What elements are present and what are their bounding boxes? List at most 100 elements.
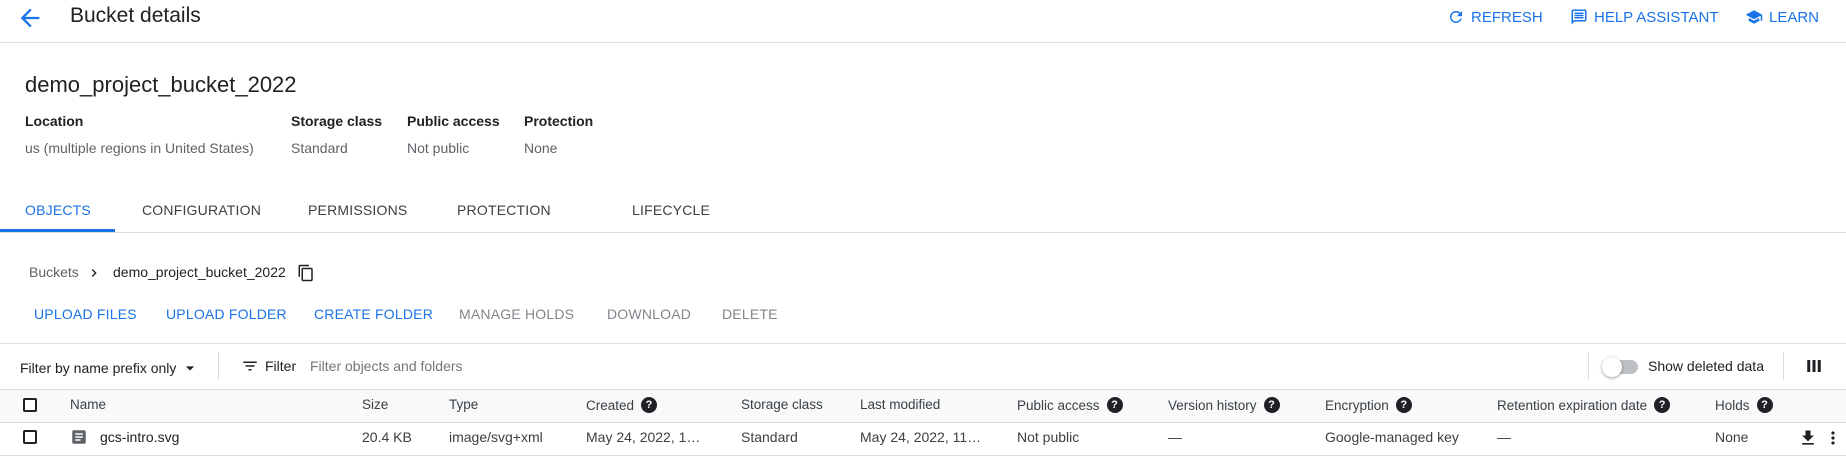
file-name-link[interactable]: gcs-intro.svg — [100, 429, 179, 445]
breadcrumb-buckets-link[interactable]: Buckets — [29, 264, 79, 280]
tabs-divider — [0, 232, 1846, 233]
copy-icon — [298, 264, 313, 282]
toggle-divider — [1588, 352, 1589, 380]
column-header-type[interactable]: Type — [449, 397, 478, 412]
toggle-knob — [1602, 357, 1622, 377]
manage-holds-button[interactable]: MANAGE HOLDS — [459, 306, 574, 322]
download-row-button[interactable] — [1798, 428, 1818, 448]
chevron-right-icon — [91, 269, 97, 277]
tab-lifecycle[interactable]: LIFECYCLE — [632, 202, 710, 218]
cell-type: image/svg+xml — [449, 429, 543, 445]
meta-value-public-access: Not public — [407, 140, 470, 156]
filter-bar-divider — [0, 343, 1846, 344]
chat-icon — [1571, 9, 1587, 25]
cell-storage-class: Standard — [741, 429, 798, 445]
column-label-size: Size — [362, 397, 389, 412]
prefix-filter-label: Filter by name prefix only — [20, 360, 177, 376]
meta-value-protection: None — [524, 140, 558, 156]
meta-label-protection: Protection — [524, 113, 594, 129]
cell-public-access: Not public — [1017, 429, 1080, 445]
column-label-type: Type — [449, 397, 479, 412]
column-header-size[interactable]: Size — [362, 397, 388, 412]
filter-button[interactable]: Filter — [241, 357, 296, 375]
cell-retention: — — [1497, 429, 1511, 445]
help-icon[interactable]: ? — [1395, 397, 1412, 413]
help-icon[interactable]: ? — [1756, 397, 1773, 413]
select-all-checkbox[interactable] — [23, 398, 37, 412]
column-label-public-access: Public access — [1017, 397, 1100, 413]
row-checkbox[interactable] — [23, 430, 37, 444]
column-header-version-history[interactable]: Version history ? — [1168, 397, 1280, 413]
column-label-version-history: Version history — [1168, 397, 1257, 413]
delete-button[interactable]: DELETE — [722, 306, 778, 322]
column-header-last-modified[interactable]: Last modified — [860, 397, 940, 412]
column-header-retention[interactable]: Retention expiration date ? — [1497, 397, 1671, 413]
arrow-back-icon — [20, 8, 40, 28]
column-label-name: Name — [70, 397, 107, 412]
column-label-storage-class: Storage class — [741, 397, 823, 412]
help-icon[interactable]: ? — [1654, 397, 1671, 413]
filter-label: Filter — [265, 358, 297, 374]
meta-label-public-access: Public access — [407, 113, 500, 129]
column-header-storage-class[interactable]: Storage class — [741, 397, 823, 412]
prefix-filter-dropdown[interactable]: Filter by name prefix only — [20, 358, 200, 378]
table-row — [0, 455, 1846, 456]
refresh-label: REFRESH — [1471, 8, 1543, 26]
meta-label-location: Location — [25, 113, 84, 129]
column-label-retention: Retention expiration date — [1497, 397, 1648, 413]
caret-down-icon — [186, 366, 195, 371]
column-label-created: Created — [586, 397, 635, 413]
column-display-button[interactable] — [1805, 357, 1823, 375]
page-title: Bucket details — [70, 4, 201, 27]
meta-value-location: us (multiple regions in United States) — [25, 140, 254, 156]
learn-label: LEARN — [1769, 8, 1820, 26]
create-folder-button[interactable]: CREATE FOLDER — [314, 306, 433, 322]
upload-folder-button[interactable]: UPLOAD FOLDER — [166, 306, 287, 322]
cell-encryption: Google-managed key — [1325, 429, 1459, 445]
help-assistant-label: HELP ASSISTANT — [1594, 8, 1719, 26]
more-vert-icon — [1831, 431, 1835, 445]
help-assistant-button[interactable]: HELP ASSISTANT — [1570, 6, 1719, 28]
column-label-encryption: Encryption — [1325, 397, 1389, 413]
tab-protection[interactable]: PROTECTION — [457, 202, 551, 218]
column-header-name[interactable]: Name — [70, 397, 106, 412]
columns-divider — [1783, 352, 1784, 380]
filter-divider — [218, 352, 219, 380]
download-button[interactable]: DOWNLOAD — [607, 306, 691, 322]
help-icon[interactable]: ? — [1263, 397, 1280, 413]
file-icon — [72, 430, 86, 444]
copy-button[interactable] — [297, 264, 315, 282]
bucket-name: demo_project_bucket_2022 — [25, 72, 297, 97]
column-label-holds: Holds — [1715, 397, 1750, 413]
tab-permissions[interactable]: PERMISSIONS — [308, 202, 407, 218]
help-icon[interactable]: ? — [641, 397, 658, 413]
cell-version-history: — — [1168, 429, 1182, 445]
meta-label-storage-class: Storage class — [291, 113, 383, 129]
refresh-button[interactable]: REFRESH — [1447, 6, 1543, 28]
column-display-icon — [1807, 360, 1821, 372]
breadcrumb-current: demo_project_bucket_2022 — [113, 264, 286, 280]
cell-holds: None — [1715, 429, 1749, 445]
download-icon — [1802, 430, 1814, 445]
active-tab-indicator — [0, 229, 115, 232]
meta-value-storage-class: Standard — [291, 140, 348, 156]
cell-size: 20.4 KB — [362, 429, 412, 445]
cell-created: May 24, 2022, 1… — [586, 429, 701, 445]
learn-button[interactable]: LEARN — [1745, 6, 1819, 28]
show-deleted-toggle[interactable] — [1602, 356, 1638, 378]
column-header-created[interactable]: Created ? — [586, 397, 658, 413]
column-header-encryption[interactable]: Encryption ? — [1325, 397, 1412, 413]
filter-input[interactable] — [310, 352, 1170, 380]
help-icon[interactable]: ? — [1106, 397, 1123, 413]
school-icon — [1745, 10, 1763, 24]
back-button[interactable] — [16, 4, 44, 32]
column-header-public-access[interactable]: Public access ? — [1017, 397, 1123, 413]
row-more-button[interactable] — [1823, 428, 1843, 448]
refresh-icon — [1450, 10, 1462, 23]
tab-configuration[interactable]: CONFIGURATION — [142, 202, 261, 218]
show-deleted-label: Show deleted data — [1648, 358, 1764, 374]
tab-objects[interactable]: OBJECTS — [25, 202, 91, 218]
column-header-holds[interactable]: Holds ? — [1715, 397, 1773, 413]
upload-files-button[interactable]: UPLOAD FILES — [34, 306, 137, 322]
cell-last-modified: May 24, 2022, 11… — [860, 429, 982, 445]
